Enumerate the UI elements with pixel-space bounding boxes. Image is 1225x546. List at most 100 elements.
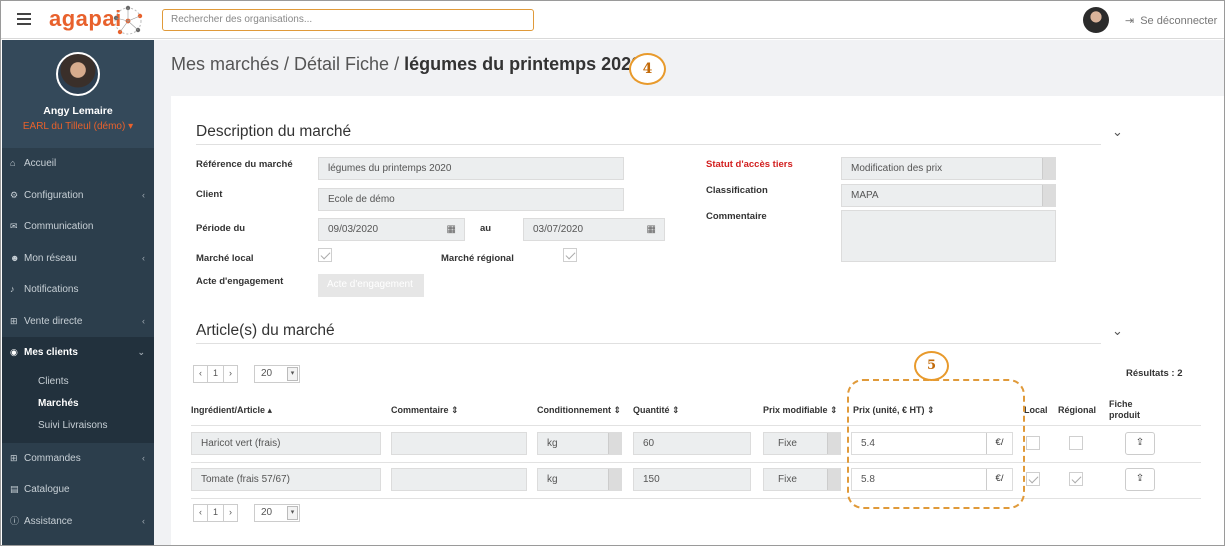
network-logo-icon xyxy=(113,5,143,35)
row2-local-checkbox[interactable] xyxy=(1026,472,1040,486)
period-end-field[interactable]: 03/07/2020 ▦ xyxy=(523,218,665,241)
calendar-icon[interactable]: ▦ xyxy=(447,224,456,235)
cart-icon: ⊞ xyxy=(10,452,18,463)
sidebar-item-accueil[interactable]: ⌂ Accueil xyxy=(2,148,154,180)
pagination-top: ‹ 1 › xyxy=(193,365,239,383)
row1-local-checkbox[interactable] xyxy=(1026,436,1040,450)
row2-qty[interactable]: 150 xyxy=(633,468,751,491)
sidebar-submenu: Clients Marchés Suivi Livraisons xyxy=(2,368,154,443)
row2-article[interactable]: Tomate (frais 57/67) xyxy=(191,468,381,491)
annotation-marker-4: 4 xyxy=(629,53,666,85)
row2-comment[interactable] xyxy=(391,468,527,491)
col-header-qty[interactable]: Quantité ⇕ xyxy=(633,405,680,416)
regional-checkbox[interactable] xyxy=(563,248,577,262)
search-input[interactable]: Rechercher des organisations... xyxy=(162,9,534,31)
users-icon: ☻ xyxy=(10,252,20,263)
client-field[interactable]: Ecole de démo xyxy=(318,188,624,211)
menu-toggle-icon[interactable] xyxy=(17,13,31,25)
submenu-item-clients[interactable]: Clients xyxy=(2,371,154,393)
period-start-field[interactable]: 09/03/2020 ▦ xyxy=(318,218,465,241)
classification-value: MAPA xyxy=(851,190,879,201)
upload-icon: ⇪ xyxy=(1135,473,1145,484)
calendar-icon[interactable]: ▦ xyxy=(647,224,656,235)
page-number-button[interactable]: 1 xyxy=(208,505,225,521)
row1-qty[interactable]: 60 xyxy=(633,432,751,455)
sidebar: Angy Lemaire EARL du Tilleul (démo) ▾ ⌂ A… xyxy=(2,40,154,545)
page-size-select[interactable]: 20 ▾ xyxy=(254,365,300,383)
prev-page-button[interactable]: ‹ xyxy=(194,366,208,382)
collapse-chevron-icon[interactable]: ⌄ xyxy=(1112,124,1124,139)
ref-label: Référence du marché xyxy=(196,159,293,170)
row2-mod-select[interactable]: Fixe xyxy=(763,468,841,491)
dropdown-arrow-icon xyxy=(1042,185,1055,206)
sidebar-item-assistance[interactable]: ⓘ Assistance ‹ xyxy=(2,506,154,538)
pagination-bottom: ‹ 1 › xyxy=(193,504,239,522)
row1-cond-select[interactable]: kg xyxy=(537,432,622,455)
next-page-button[interactable]: › xyxy=(224,366,237,382)
row2-regional-checkbox[interactable] xyxy=(1069,472,1083,486)
divider xyxy=(191,425,1201,426)
sidebar-item-mes-clients[interactable]: ◉ Mes clients ⌄ xyxy=(2,337,154,369)
sidebar-item-mon-reseau[interactable]: ☻ Mon réseau ‹ xyxy=(2,243,154,275)
sidebar-item-vente-directe[interactable]: ⊞ Vente directe ‹ xyxy=(2,306,154,338)
breadcrumb: Mes marchés / Détail Fiche / légumes du … xyxy=(171,54,641,75)
next-page-button[interactable]: › xyxy=(224,505,237,521)
description-section-title: Description du marché xyxy=(196,123,352,140)
info-icon: ⓘ xyxy=(10,515,20,526)
row2-mod-value: Fixe xyxy=(778,474,797,485)
page-number-button[interactable]: 1 xyxy=(208,366,225,382)
sidebar-item-configuration[interactable]: ⚙ Configuration ‹ xyxy=(2,180,154,212)
local-checkbox[interactable] xyxy=(318,248,332,262)
acte-label: Acte d'engagement xyxy=(196,276,284,287)
chevron-left-icon: ‹ xyxy=(142,189,145,200)
articles-section-title: Article(s) du marché xyxy=(196,322,335,339)
chevron-down-icon: ▾ xyxy=(287,506,298,520)
row1-regional-checkbox[interactable] xyxy=(1069,436,1083,450)
period-start-value: 09/03/2020 xyxy=(328,224,379,235)
row2-cond-select[interactable]: kg xyxy=(537,468,622,491)
collapse-chevron-icon[interactable]: ⌄ xyxy=(1112,323,1124,338)
user-avatar[interactable] xyxy=(1083,7,1109,33)
row2-upload-button[interactable]: ⇪ xyxy=(1125,468,1155,491)
dropdown-arrow-icon xyxy=(827,433,840,454)
organisation-switcher[interactable]: EARL du Tilleul (démo) ▾ xyxy=(2,121,154,132)
classification-label: Classification xyxy=(706,185,768,196)
row1-comment[interactable] xyxy=(391,432,527,455)
prev-page-button[interactable]: ‹ xyxy=(194,505,208,521)
breadcrumb-path[interactable]: Mes marchés / Détail Fiche / xyxy=(171,54,404,74)
sidebar-item-label: Accueil xyxy=(24,158,57,169)
sidebar-item-catalogue[interactable]: ▤ Catalogue xyxy=(2,474,154,506)
submenu-item-suivi-livraisons[interactable]: Suivi Livraisons xyxy=(2,415,154,437)
comment-textarea[interactable] xyxy=(841,210,1056,262)
dropdown-arrow-icon xyxy=(827,469,840,490)
row2-cond-value: kg xyxy=(547,474,558,485)
logout-link[interactable]: ⇥ Se déconnecter xyxy=(1125,14,1217,27)
sidebar-item-label: Catalogue xyxy=(24,484,70,495)
profile-name: Angy Lemaire xyxy=(43,105,113,117)
sidebar-nav: ⌂ Accueil ⚙ Configuration ‹ ✉ Communication … xyxy=(2,148,154,537)
row1-mod-select[interactable]: Fixe xyxy=(763,432,841,455)
app-logo[interactable]: agapai xyxy=(49,5,143,35)
col-header-mod[interactable]: Prix modifiable ⇕ xyxy=(763,405,838,416)
submenu-item-marches[interactable]: Marchés xyxy=(2,393,154,415)
sidebar-item-notifications[interactable]: ♪ Notifications xyxy=(2,274,154,306)
col-header-local: Local xyxy=(1024,405,1048,415)
dropdown-arrow-icon xyxy=(608,469,621,490)
results-count: Résultats : 2 xyxy=(1126,368,1183,379)
row1-upload-button[interactable]: ⇪ xyxy=(1125,432,1155,455)
acte-button[interactable]: Acte d'engagement xyxy=(318,274,424,297)
col-header-fiche-line2: produit xyxy=(1109,410,1140,420)
sidebar-item-commandes[interactable]: ⊞ Commandes ‹ xyxy=(2,443,154,475)
sidebar-item-communication[interactable]: ✉ Communication xyxy=(2,211,154,243)
statut-select[interactable]: Modification des prix xyxy=(841,157,1056,180)
page-size-select[interactable]: 20 ▾ xyxy=(254,504,300,522)
ref-field[interactable]: légumes du printemps 2020 xyxy=(318,157,624,180)
row1-article[interactable]: Haricot vert (frais) xyxy=(191,432,381,455)
col-header-comment[interactable]: Commentaire ⇕ xyxy=(391,405,459,416)
col-header-cond[interactable]: Conditionnement ⇕ xyxy=(537,405,621,416)
dropdown-arrow-icon xyxy=(1042,158,1055,179)
top-bar: agapai Rechercher des organisations... ⇥… xyxy=(1,1,1224,39)
classification-select[interactable]: MAPA xyxy=(841,184,1056,207)
logout-label: Se déconnecter xyxy=(1140,15,1218,27)
col-header-article[interactable]: Ingrédient/Article ▴ xyxy=(191,405,272,416)
